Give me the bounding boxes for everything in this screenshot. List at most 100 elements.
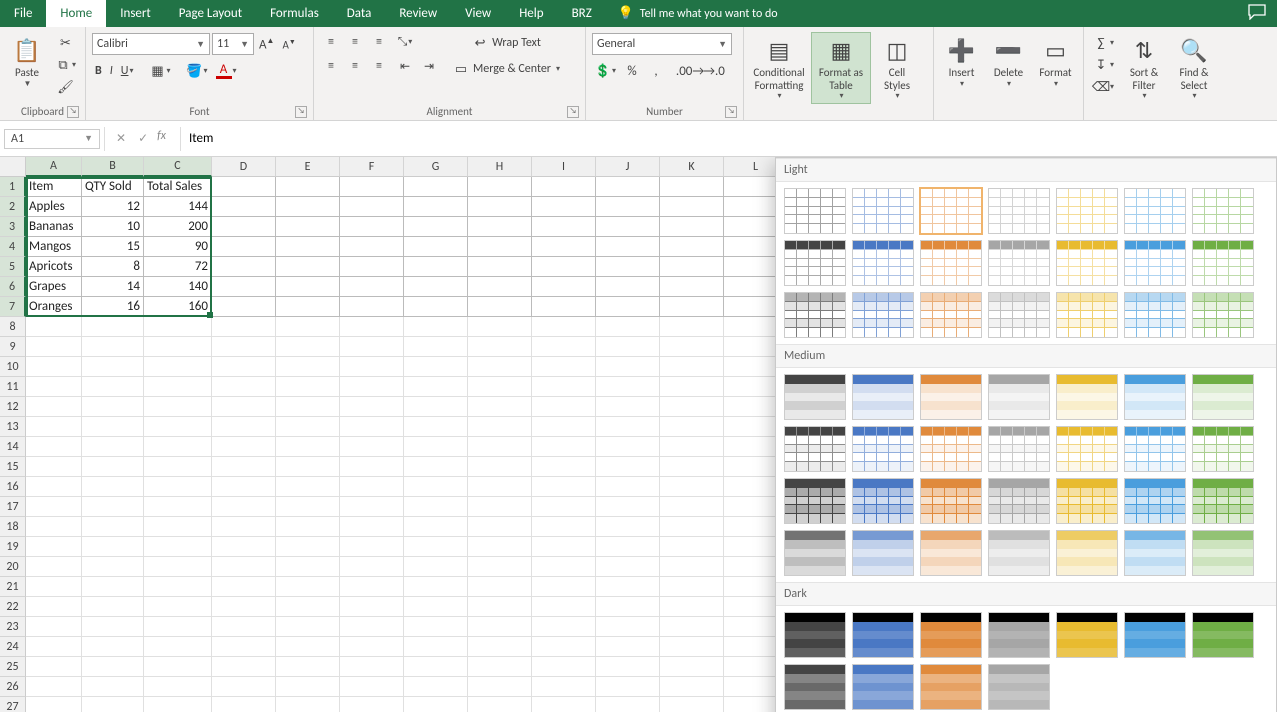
format-cells-button[interactable]: ▭Format▾ [1034,33,1077,91]
cell[interactable] [660,317,724,337]
cell[interactable]: 72 [144,257,212,277]
cell[interactable] [340,597,404,617]
cell[interactable] [144,637,212,657]
cell[interactable] [212,257,276,277]
cell[interactable] [82,537,144,557]
table-style-swatch[interactable] [852,612,914,658]
cell[interactable] [532,197,596,217]
cell[interactable] [340,497,404,517]
cell[interactable]: QTY Sold [82,177,144,197]
cell[interactable] [404,437,468,457]
cell[interactable] [596,517,660,537]
cell[interactable] [596,577,660,597]
cell[interactable] [276,297,340,317]
table-style-swatch[interactable] [920,426,982,472]
row-header[interactable]: 3 [0,217,26,237]
cell[interactable] [26,597,82,617]
cell[interactable] [276,337,340,357]
cell[interactable] [468,437,532,457]
cell[interactable] [144,497,212,517]
cell[interactable] [596,177,660,197]
cell[interactable] [276,377,340,397]
cell[interactable] [212,377,276,397]
row-header[interactable]: 27 [0,697,26,712]
cell[interactable] [404,557,468,577]
cell[interactable] [596,597,660,617]
format-painter-button[interactable]: 🖌 [52,77,79,97]
table-style-swatch[interactable] [1192,530,1254,576]
cell[interactable] [26,317,82,337]
cancel-formula-button[interactable]: ✕ [113,129,129,148]
cell[interactable] [276,697,340,712]
table-style-swatch[interactable] [920,240,982,286]
table-style-swatch[interactable] [1124,292,1186,338]
cell[interactable] [276,477,340,497]
cell[interactable] [144,437,212,457]
cell[interactable] [82,677,144,697]
cell[interactable] [212,397,276,417]
cell[interactable] [532,357,596,377]
cell[interactable] [82,357,144,377]
comments-button[interactable] [1237,0,1277,27]
table-style-swatch[interactable] [1056,188,1118,234]
cell[interactable] [596,677,660,697]
table-style-swatch[interactable] [1192,292,1254,338]
align-bottom-button[interactable]: ≡ [368,33,390,51]
table-style-swatch[interactable] [1192,240,1254,286]
cell[interactable] [340,277,404,297]
paste-button[interactable]: 📋 Paste ▼ [6,33,48,91]
table-style-swatch[interactable] [852,374,914,420]
cell[interactable] [340,377,404,397]
increase-indent-button[interactable]: ⇥ [418,57,440,75]
cell[interactable] [212,217,276,237]
cell[interactable] [144,457,212,477]
cell[interactable] [276,517,340,537]
cell[interactable] [82,377,144,397]
cell[interactable] [212,497,276,517]
cell[interactable] [532,597,596,617]
cell[interactable] [468,277,532,297]
row-header[interactable]: 14 [0,437,26,457]
cell[interactable] [82,697,144,712]
menu-tab-page-layout[interactable]: Page Layout [165,0,256,27]
cell[interactable] [212,437,276,457]
cell[interactable] [340,677,404,697]
cell[interactable]: 90 [144,237,212,257]
cell[interactable] [340,537,404,557]
cell[interactable]: 14 [82,277,144,297]
cell[interactable] [468,657,532,677]
cell[interactable] [596,457,660,477]
cell[interactable] [144,417,212,437]
cell[interactable] [82,617,144,637]
cell[interactable] [660,197,724,217]
cell[interactable] [468,317,532,337]
cell[interactable] [276,357,340,377]
row-header[interactable]: 9 [0,337,26,357]
cell[interactable] [596,497,660,517]
cell[interactable] [660,557,724,577]
cell[interactable] [276,457,340,477]
cell[interactable] [144,477,212,497]
row-header[interactable]: 11 [0,377,26,397]
menu-tab-view[interactable]: View [451,0,505,27]
table-style-swatch[interactable] [1124,478,1186,524]
cell[interactable] [468,497,532,517]
cell[interactable] [144,397,212,417]
table-style-swatch[interactable] [1192,478,1254,524]
cell[interactable] [596,357,660,377]
delete-cells-button[interactable]: ➖Delete▾ [987,33,1030,91]
cell[interactable] [532,297,596,317]
align-left-button[interactable]: ≡ [320,57,342,75]
cell[interactable] [82,457,144,477]
table-style-swatch[interactable] [920,530,982,576]
cell[interactable] [660,217,724,237]
cell[interactable] [404,497,468,517]
row-header[interactable]: 6 [0,277,26,297]
table-style-swatch[interactable] [1056,478,1118,524]
fill-color-button[interactable]: 🪣▾ [184,61,211,81]
menu-tab-help[interactable]: Help [505,0,557,27]
menu-tab-insert[interactable]: Insert [106,0,165,27]
decrease-indent-button[interactable]: ⇤ [394,57,416,75]
cell[interactable] [144,617,212,637]
cell[interactable] [468,337,532,357]
